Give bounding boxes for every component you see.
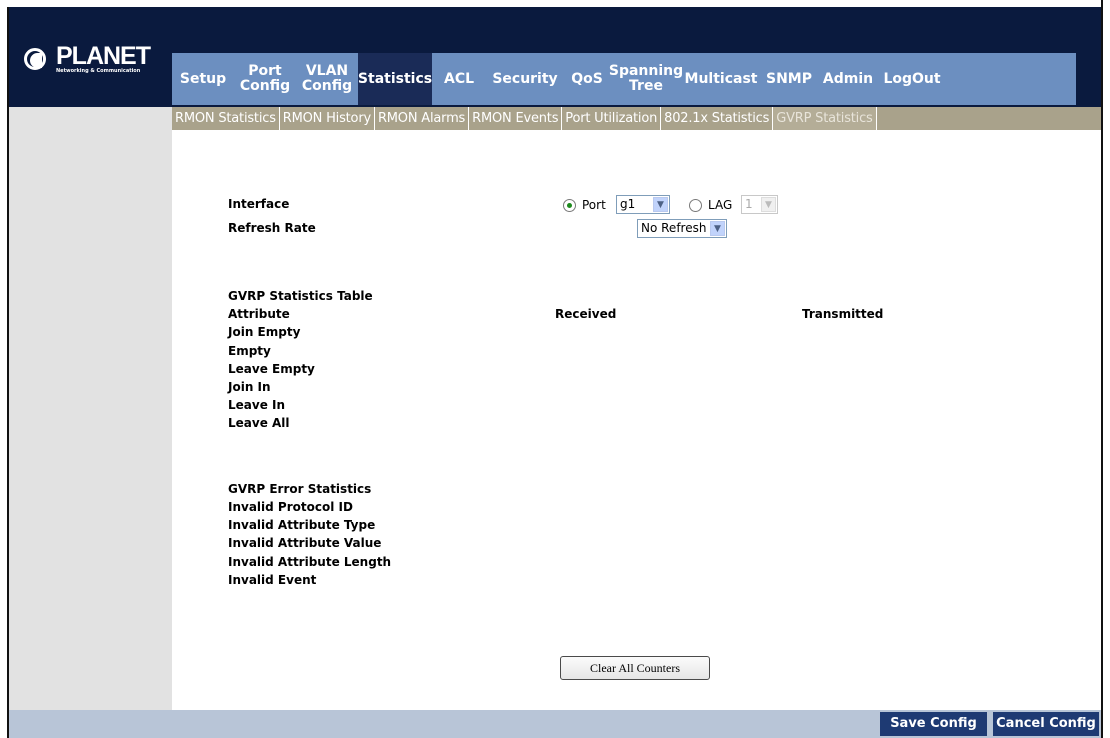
nav-logout[interactable]: LogOut [878, 53, 946, 105]
col-received-header: Received [555, 307, 617, 321]
row-invalid-event: Invalid Event [228, 573, 317, 587]
row-invalid-attribute-type: Invalid Attribute Type [228, 518, 376, 532]
subnav-rmon-events[interactable]: RMON Events [469, 107, 563, 130]
row-leave-empty: Leave Empty [228, 362, 315, 376]
right-border [1101, 0, 1103, 738]
chevron-down-icon: ▼ [710, 221, 725, 236]
subnav-gvrp-statistics[interactable]: GVRP Statistics [773, 107, 877, 130]
subnav-8021x-statistics[interactable]: 802.1x Statistics [661, 107, 774, 130]
refresh-rate-value: No Refresh [641, 221, 707, 235]
nav-setup[interactable]: Setup [172, 53, 234, 105]
nav-multicast[interactable]: Multicast [682, 53, 760, 105]
row-leave-in: Leave In [228, 398, 286, 412]
row-empty: Empty [228, 344, 271, 358]
nav-qos[interactable]: QoS [564, 53, 610, 105]
nav-snmp[interactable]: SNMP [760, 53, 818, 105]
interface-label: Interface [228, 197, 290, 211]
row-invalid-attribute-value: Invalid Attribute Value [228, 536, 382, 550]
lag-select-value: 1 [745, 197, 753, 211]
lag-radio-label: LAG [708, 198, 733, 212]
brand-logo: PLANET Networking & Communication [20, 42, 160, 84]
port-select[interactable]: g1 ▼ [616, 195, 670, 214]
row-join-empty: Join Empty [228, 325, 301, 339]
refresh-rate-select[interactable]: No Refresh ▼ [637, 219, 727, 238]
nav-security[interactable]: Security [486, 53, 564, 105]
left-sidebar [9, 107, 172, 710]
nav-vlan-config[interactable]: VLAN Config [296, 53, 358, 105]
port-select-value: g1 [620, 197, 636, 211]
col-attribute-header: Attribute [228, 307, 290, 321]
logo-subtext: Networking & Communication [56, 68, 141, 74]
nav-port-config[interactable]: Port Config [234, 53, 296, 105]
logo-text: PLANET [56, 42, 151, 70]
port-radio-label: Port [582, 198, 606, 212]
page-frame: PLANET Networking & Communication Setup … [0, 0, 1110, 738]
nav-admin[interactable]: Admin [818, 53, 878, 105]
clear-all-counters-button[interactable]: Clear All Counters [560, 656, 710, 680]
logo-circle-icon [24, 48, 46, 70]
cancel-config-button[interactable]: Cancel Config [993, 712, 1099, 736]
chevron-down-icon: ▼ [653, 197, 668, 212]
nav-acl[interactable]: ACL [432, 53, 486, 105]
subnav-port-utilization[interactable]: Port Utilization [562, 107, 662, 130]
save-config-button[interactable]: Save Config [880, 712, 987, 736]
refresh-rate-label: Refresh Rate [228, 221, 316, 235]
chevron-down-icon: ▼ [761, 197, 776, 212]
sub-nav: RMON Statistics RMON History RMON Alarms… [172, 107, 1101, 130]
nav-statistics[interactable]: Statistics [358, 53, 432, 105]
row-invalid-protocol-id: Invalid Protocol ID [228, 500, 353, 514]
subnav-rmon-history[interactable]: RMON History [280, 107, 375, 130]
gvrp-error-title: GVRP Error Statistics [228, 482, 372, 496]
subnav-rmon-alarms[interactable]: RMON Alarms [375, 107, 470, 130]
lag-select[interactable]: 1 ▼ [741, 195, 778, 214]
gvrp-table-title: GVRP Statistics Table [228, 289, 373, 303]
subnav-rmon-statistics[interactable]: RMON Statistics [172, 107, 280, 130]
row-leave-all: Leave All [228, 416, 290, 430]
main-nav: Setup Port Config VLAN Config Statistics… [172, 53, 1076, 105]
lag-radio[interactable] [689, 199, 702, 212]
nav-spanning-tree[interactable]: Spanning Tree [609, 53, 683, 105]
main-content [172, 130, 1101, 710]
top-strip [0, 0, 1110, 7]
port-radio[interactable] [563, 199, 576, 212]
row-invalid-attribute-length: Invalid Attribute Length [228, 555, 392, 569]
row-join-in: Join In [228, 380, 271, 394]
col-transmitted-header: Transmitted [802, 307, 884, 321]
